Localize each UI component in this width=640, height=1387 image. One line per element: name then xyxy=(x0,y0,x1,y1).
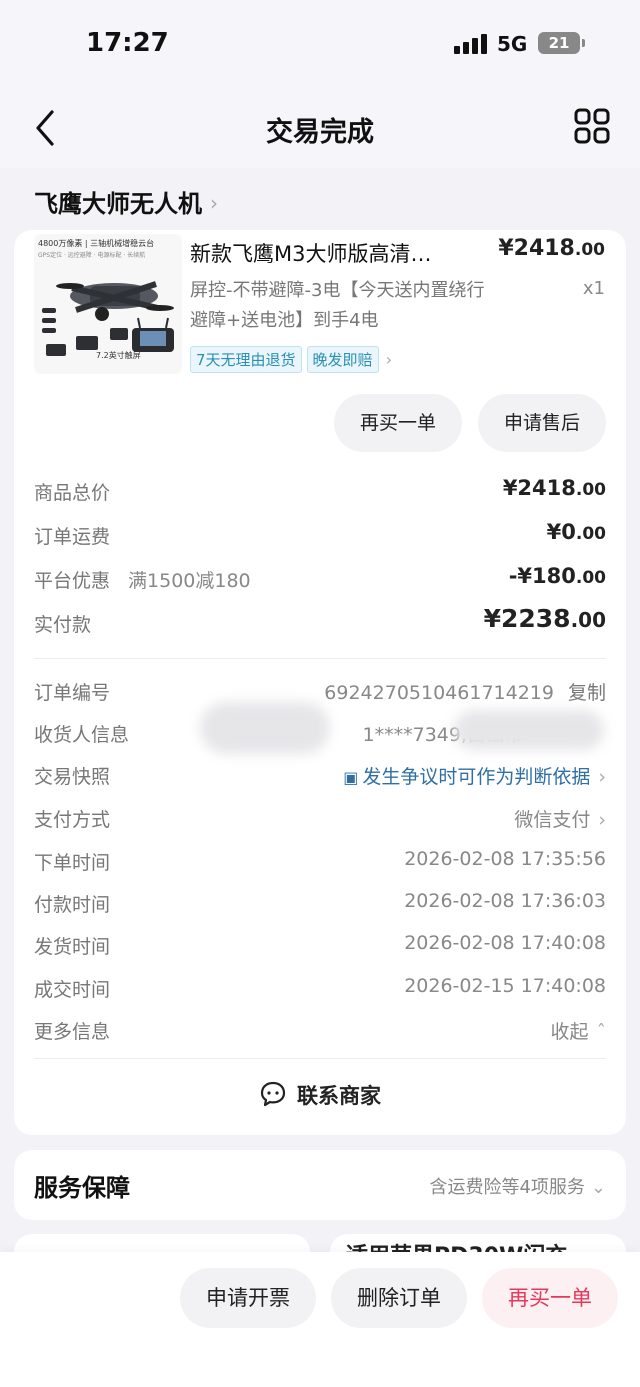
service-title: 服务保障 xyxy=(34,1174,130,1202)
deal-time-label: 成交时间 xyxy=(34,979,111,1001)
order-number-row: 订单编号 6924270510461714219 复制 xyxy=(34,678,606,708)
chevron-right-icon: › xyxy=(598,766,606,788)
bottom-action-bar: 申请开票 删除订单 再买一单 xyxy=(0,1252,640,1387)
goods-total-label: 商品总价 xyxy=(34,482,111,504)
chevron-right-icon: › xyxy=(210,191,218,215)
pay-time-row: 付款时间 2026-02-08 17:36:03 xyxy=(34,890,606,920)
shop-link[interactable]: 飞鹰大师无人机 › xyxy=(34,184,218,219)
contact-merchant-button[interactable]: 联系商家 xyxy=(14,1080,626,1110)
page-title: 交易完成 xyxy=(266,117,374,148)
divider xyxy=(34,1058,606,1059)
shipping-value: ¥0.00 xyxy=(546,520,606,544)
nav-bar: 交易完成 xyxy=(0,88,640,168)
battery-icon: 21 xyxy=(538,32,580,54)
tag-late-compensation: 晚发即赔 xyxy=(306,346,379,373)
ship-time-label: 发货时间 xyxy=(34,936,111,958)
more-info-label: 更多信息 xyxy=(34,1021,111,1043)
chevron-right-icon: › xyxy=(385,350,392,369)
after-sale-button[interactable]: 申请售后 xyxy=(478,394,606,452)
product-spec: 屏控-不带避障-3电【今天送内置绕行避障+送电池】到手4电 xyxy=(190,280,485,331)
service-guarantee-row[interactable]: 服务保障 含运费险等4项服务 ⌄ xyxy=(14,1150,626,1220)
paid-label: 实付款 xyxy=(34,614,92,636)
request-invoice-button[interactable]: 申请开票 xyxy=(180,1268,316,1328)
deal-time-row: 成交时间 2026-02-15 17:40:08 xyxy=(34,975,606,1005)
pay-time-value: 2026-02-08 17:36:03 xyxy=(404,890,606,912)
status-time: 17:27 xyxy=(86,28,169,58)
tag-return-policy: 7天无理由退货 xyxy=(190,346,302,373)
snapshot-label: 交易快照 xyxy=(34,766,111,788)
delete-order-button[interactable]: 删除订单 xyxy=(331,1268,467,1328)
payment-row[interactable]: 支付方式 微信支付 › xyxy=(34,805,606,835)
network-label: 5G xyxy=(497,32,528,56)
chevron-right-icon: › xyxy=(598,809,606,831)
product-price: ¥2418.00 xyxy=(498,236,605,261)
order-number-value: 6924270510461714219 复制 xyxy=(324,682,606,704)
shipping-row: 订单运费 ¥0.00 xyxy=(34,520,606,552)
product-image[interactable]: 4800万像素 | 三轴机械增稳云台 GPS定位 · 远控避障 · 电源标配 ·… xyxy=(34,234,182,374)
goods-total-value: ¥2418.00 xyxy=(502,476,606,500)
product-image-screen-caption: 7.2英寸触屏 xyxy=(96,351,141,360)
paid-row: 实付款 ¥2238.00 xyxy=(34,604,606,640)
more-info-row[interactable]: 更多信息 收起 ˆ xyxy=(34,1017,606,1047)
order-time-row: 下单时间 2026-02-08 17:35:56 xyxy=(34,848,606,878)
snapshot-value: ▣ 发生争议时可作为判断依据 › xyxy=(343,766,606,788)
status-bar: 17:27 5G 21 xyxy=(0,0,640,88)
snapshot-row[interactable]: 交易快照 ▣ 发生争议时可作为判断依据 › xyxy=(34,762,606,792)
promo-detail: 满1500减180 xyxy=(128,570,251,592)
battery-tip xyxy=(582,39,585,47)
signal-icon xyxy=(454,34,488,54)
payment-label: 支付方式 xyxy=(34,809,111,831)
privacy-blur xyxy=(454,710,604,750)
pay-time-label: 付款时间 xyxy=(34,894,111,916)
product-image-caption: 4800万像素 | 三轴机械增稳云台 xyxy=(38,239,155,248)
grid-menu-icon[interactable] xyxy=(574,108,610,144)
copy-button[interactable]: 复制 xyxy=(568,682,606,704)
chevron-down-icon: ⌄ xyxy=(590,1177,606,1198)
rebuy-button[interactable]: 再买一单 xyxy=(334,394,462,452)
deal-time-value: 2026-02-15 17:40:08 xyxy=(404,975,606,997)
product-quantity: x1 xyxy=(582,278,605,299)
goods-total-row: 商品总价 ¥2418.00 xyxy=(34,476,606,508)
rebuy-bottom-button[interactable]: 再买一单 xyxy=(482,1268,618,1328)
service-summary: 含运费险等4项服务 ⌄ xyxy=(429,1177,606,1198)
product-title[interactable]: 新款飞鹰M3大师版高清… xyxy=(190,238,431,268)
snapshot-icon: ▣ xyxy=(343,768,359,787)
ship-time-row: 发货时间 2026-02-08 17:40:08 xyxy=(34,932,606,962)
order-time-label: 下单时间 xyxy=(34,852,111,874)
contact-merchant-label: 联系商家 xyxy=(297,1084,381,1108)
ship-time-value: 2026-02-08 17:40:08 xyxy=(404,932,606,954)
product-tags[interactable]: 7天无理由退货 晚发即赔 › xyxy=(190,346,392,373)
promo-label: 平台优惠 满1500减180 xyxy=(34,570,251,592)
privacy-blur xyxy=(200,702,330,754)
collapse-toggle[interactable]: 收起 ˆ xyxy=(550,1017,606,1044)
promo-value: -¥180.00 xyxy=(508,564,606,588)
chat-bubble-icon xyxy=(260,1081,286,1107)
payment-value: 微信支付 › xyxy=(514,809,606,831)
shipping-label: 订单运费 xyxy=(34,526,111,548)
divider xyxy=(34,658,606,659)
product-image-subcaption: GPS定位 · 远控避障 · 电源标配 · 长续航 xyxy=(38,252,146,259)
promo-row: 平台优惠 满1500减180 -¥180.00 xyxy=(34,564,606,596)
paid-value: ¥2238.00 xyxy=(483,604,606,633)
order-time-value: 2026-02-08 17:35:56 xyxy=(404,848,606,870)
order-card: 飞鹰大师无人机 › 4800万像素 | 三轴机械增稳云台 GPS定位 · 远控避障… xyxy=(14,170,626,1135)
receiver-label: 收货人信息 xyxy=(34,724,130,746)
order-number-label: 订单编号 xyxy=(34,682,111,704)
chevron-up-icon: ˆ xyxy=(596,1021,607,1043)
shop-name: 飞鹰大师无人机 xyxy=(34,190,202,218)
